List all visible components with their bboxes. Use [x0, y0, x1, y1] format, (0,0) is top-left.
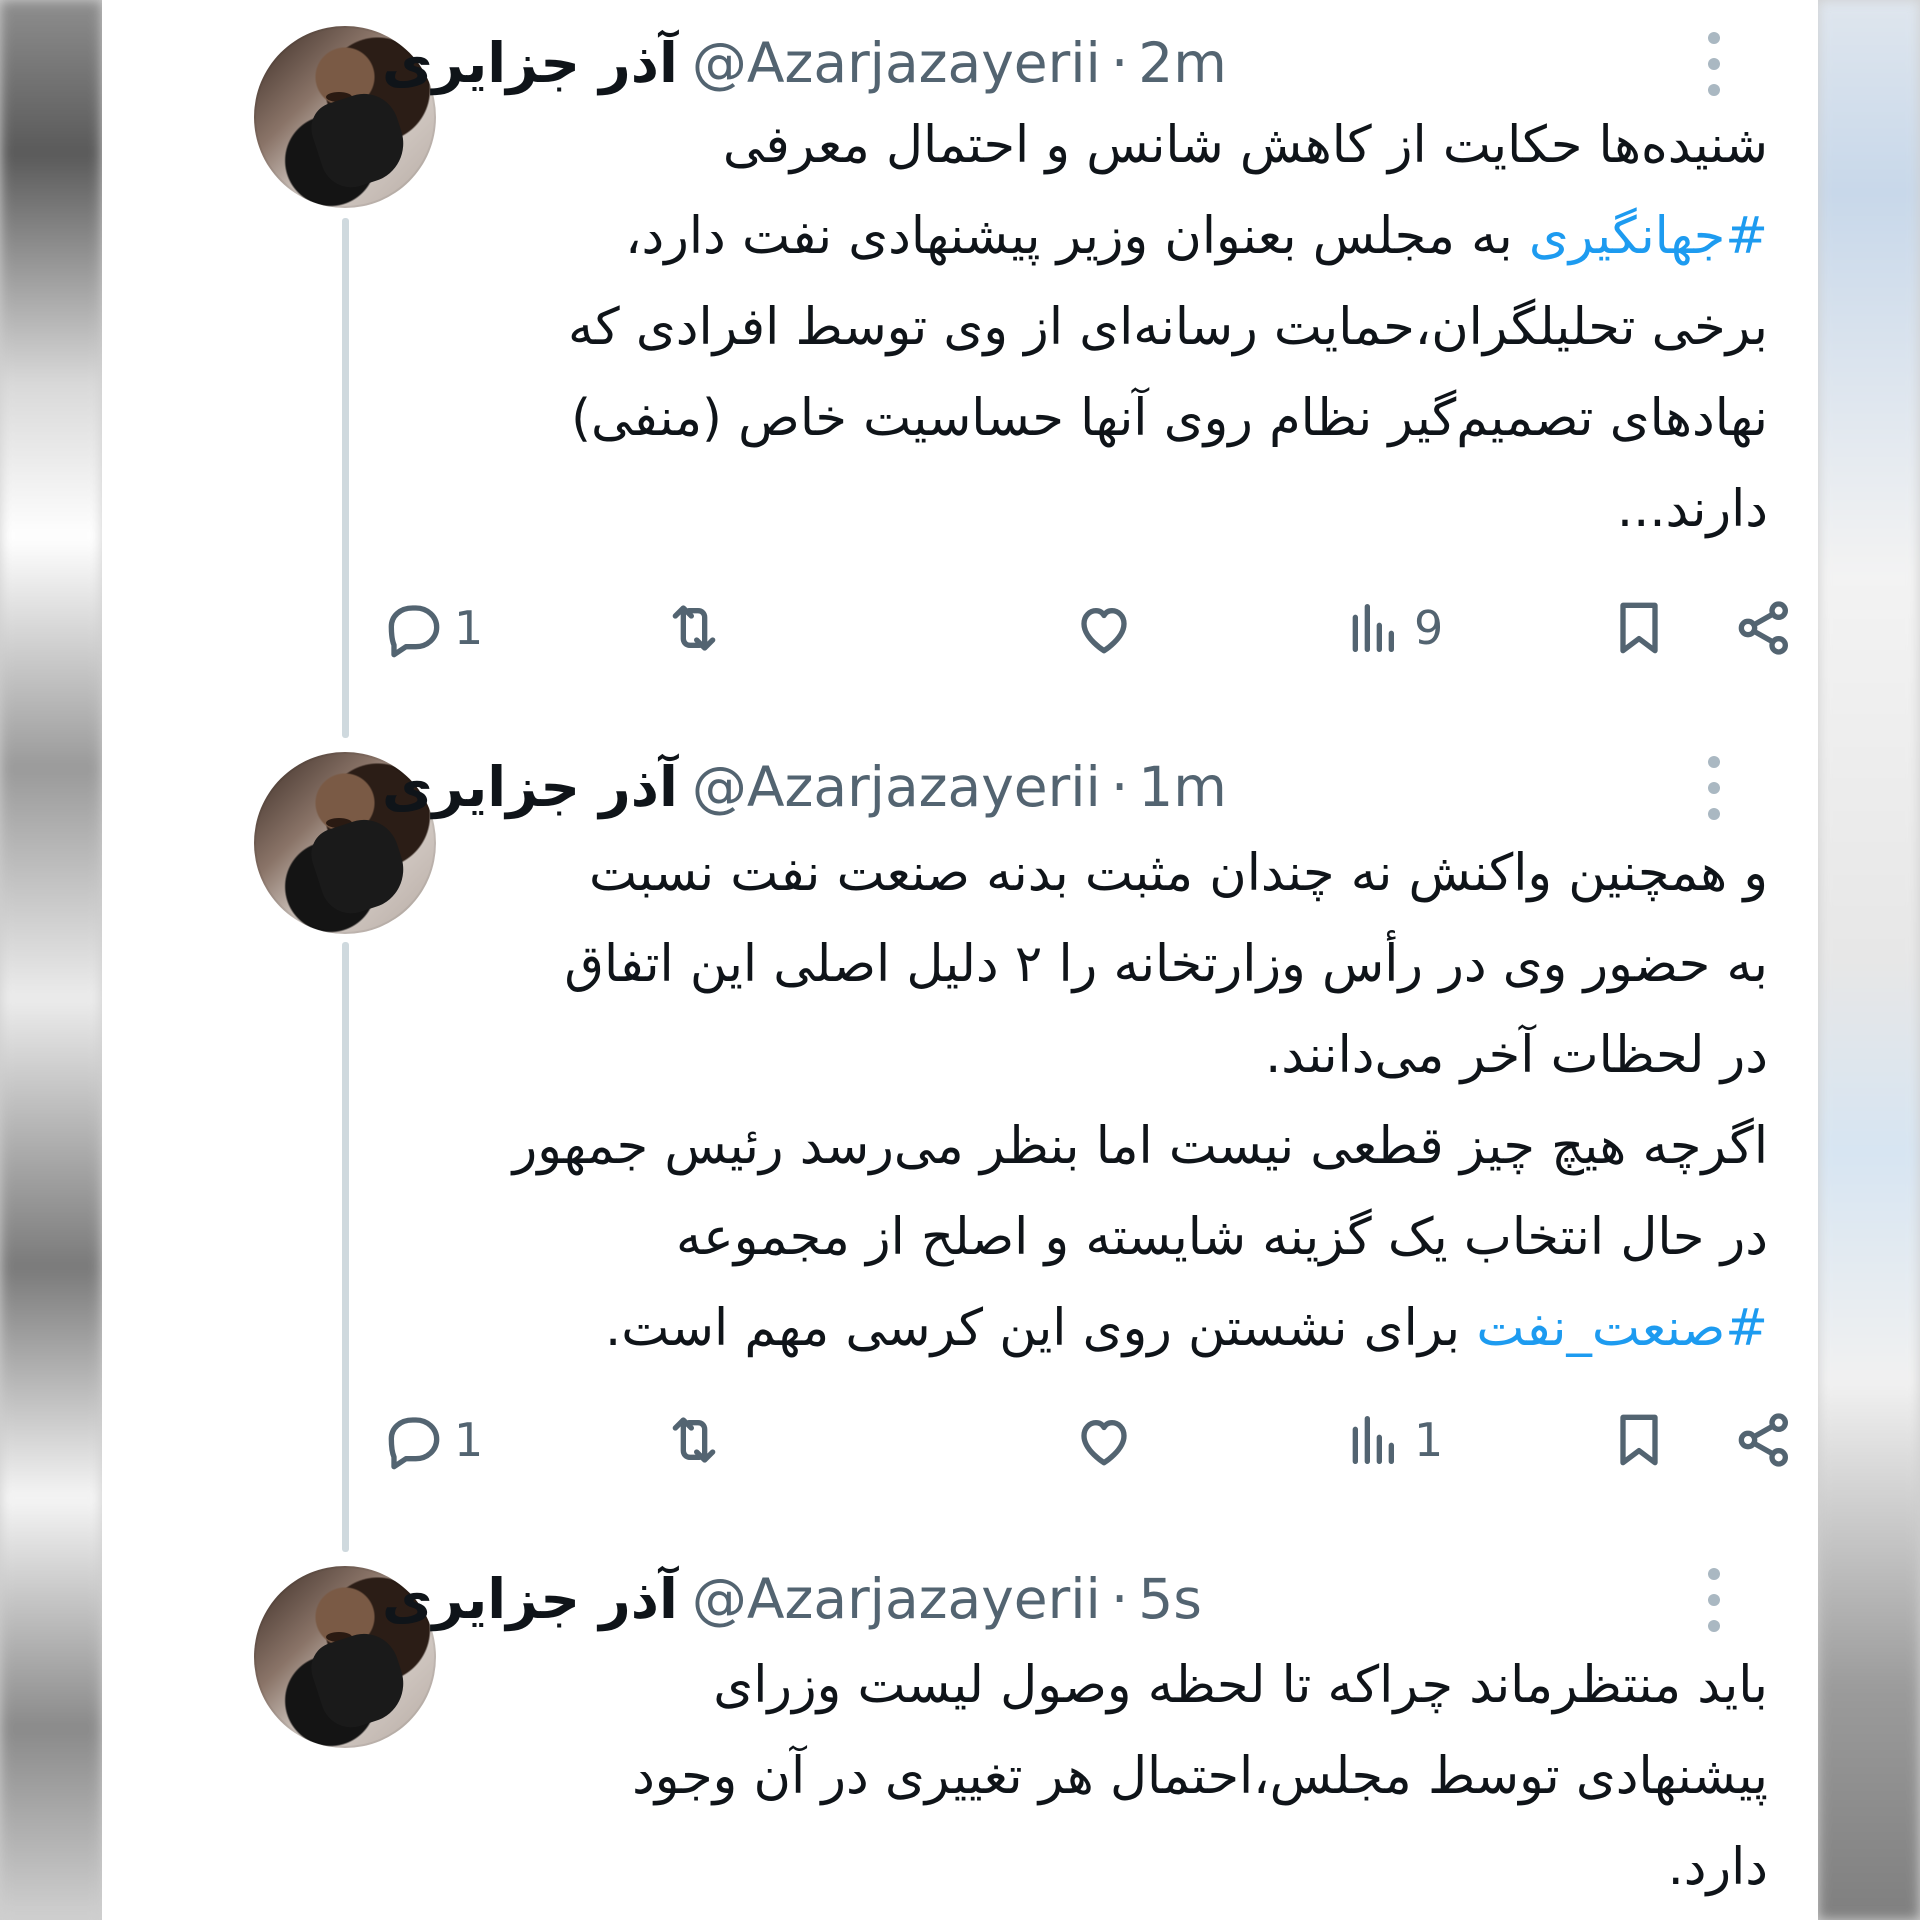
user-handle[interactable]: @Azarjazayerii — [692, 755, 1101, 819]
reply-count: 1 — [454, 601, 484, 655]
hashtag-link[interactable]: #صنعت_نفت — [1476, 1299, 1768, 1358]
display-name[interactable]: آذر جزایری — [382, 755, 678, 819]
views-count: 1 — [1414, 1413, 1444, 1467]
tweet-line: و همچنین واکنش نه چندان مثبت بدنه صنعت ن… — [588, 844, 1768, 903]
reply-count: 1 — [454, 1413, 484, 1467]
thread-connector — [342, 942, 349, 1552]
background-right-blur — [1818, 0, 1920, 1920]
tweet-line-text: برای نشستن روی این کرسی مهم است. — [605, 1299, 1477, 1358]
like-icon — [1081, 608, 1127, 654]
views-button[interactable]: 1 — [1342, 1400, 1443, 1480]
user-handle[interactable]: @Azarjazayerii — [692, 1567, 1101, 1631]
tweet-line: #صنعت_نفت برای نشستن روی این کرسی مهم اس… — [372, 1283, 1768, 1374]
background-left-blur — [0, 0, 102, 1920]
tweet-line: باید منتظرماند چراکه تا لحظه وصول لیست و… — [713, 1656, 1768, 1715]
views-icon — [1352, 1416, 1394, 1464]
separator-dot: · — [1110, 31, 1129, 95]
views-count: 9 — [1414, 601, 1444, 655]
tweet-text: باید منتظرماند چراکه تا لحظه وصول لیست و… — [372, 1640, 1768, 1913]
tweet-line: نهادهای تصمیم‌گیر نظام روی آنها حساسیت خ… — [571, 389, 1768, 448]
reply-button[interactable]: 1 — [382, 588, 483, 668]
display-name[interactable]: آذر جزایری — [382, 1567, 678, 1631]
action-bar: 1 1 — [382, 1400, 1802, 1480]
tweet-header: آذر جزایری @Azarjazayerii · 1m — [382, 752, 1382, 822]
views-icon — [1352, 604, 1394, 652]
tweet-text: و همچنین واکنش نه چندان مثبت بدنه صنعت ن… — [372, 828, 1768, 1374]
hashtag-link[interactable]: #جهانگیری — [1529, 207, 1768, 266]
reply-icon — [388, 1417, 440, 1470]
tweet-header: آذر جزایری @Azarjazayerii · 2m — [382, 28, 1382, 98]
share-button[interactable] — [1732, 588, 1796, 668]
timestamp[interactable]: 5s — [1138, 1567, 1202, 1631]
tweet-line: اگرچه هیچ چیز قطعی نیست اما بنظر می‌رسد … — [512, 1117, 1768, 1176]
bookmark-icon — [1620, 602, 1658, 654]
thread-card: آذر جزایری @Azarjazayerii · 2m شنیده‌ها … — [102, 0, 1818, 1920]
tweet-header: آذر جزایری @Azarjazayerii · 5s — [382, 1564, 1382, 1634]
user-handle[interactable]: @Azarjazayerii — [692, 31, 1101, 95]
reply-button[interactable]: 1 — [382, 1400, 483, 1480]
retweet-icon — [672, 605, 716, 651]
separator-dot: · — [1110, 755, 1129, 819]
display-name[interactable]: آذر جزایری — [382, 31, 678, 95]
tweet-line: #جهانگیری به مجلس بعنوان وزیر پیشنهادی ن… — [372, 191, 1768, 282]
tweet-line-text: به مجلس بعنوان وزیر پیشنهادی نفت دارد، — [625, 207, 1529, 266]
like-button[interactable] — [1072, 1400, 1136, 1480]
timestamp[interactable]: 2m — [1138, 31, 1227, 95]
retweet-button[interactable] — [662, 588, 726, 668]
separator-dot: · — [1110, 1567, 1129, 1631]
thread-connector — [342, 218, 349, 738]
tweet-line: دارند... — [1616, 480, 1768, 539]
more-icon[interactable] — [1704, 756, 1724, 820]
tweet-line: شنیده‌ها حکایت از کاهش شانس و احتمال معر… — [722, 116, 1768, 175]
retweet-button[interactable] — [662, 1400, 726, 1480]
more-icon[interactable] — [1704, 32, 1724, 96]
share-icon — [1738, 601, 1788, 655]
tweet-line: برخی تحلیلگران،حمایت رسانه‌ای از وی توسط… — [568, 298, 1768, 357]
more-icon[interactable] — [1704, 1568, 1724, 1632]
share-icon — [1738, 1413, 1788, 1467]
reply-icon — [388, 605, 440, 658]
views-button[interactable]: 9 — [1342, 588, 1443, 668]
bookmark-icon — [1620, 1414, 1658, 1466]
like-button[interactable] — [1072, 588, 1136, 668]
tweet-line: به حضور وی در رأس وزارتخانه را ۲ دلیل اص… — [564, 935, 1768, 994]
bookmark-button[interactable] — [1607, 588, 1671, 668]
bookmark-button[interactable] — [1607, 1400, 1671, 1480]
share-button[interactable] — [1732, 1400, 1796, 1480]
tweet-line: پیشنهادی توسط مجلس،احتمال هر تغییری در آ… — [632, 1747, 1768, 1806]
tweet-line: دارد. — [1667, 1838, 1768, 1897]
retweet-icon — [672, 1417, 716, 1463]
like-icon — [1081, 1420, 1127, 1466]
timestamp[interactable]: 1m — [1138, 755, 1227, 819]
tweet-line: در حال انتخاب یک گزینه شایسته و اصلح از … — [675, 1208, 1768, 1267]
tweet-line: در لحظات آخر می‌دانند. — [1265, 1026, 1768, 1085]
tweet-text: شنیده‌ها حکایت از کاهش شانس و احتمال معر… — [372, 100, 1768, 555]
action-bar: 1 9 — [382, 588, 1802, 668]
